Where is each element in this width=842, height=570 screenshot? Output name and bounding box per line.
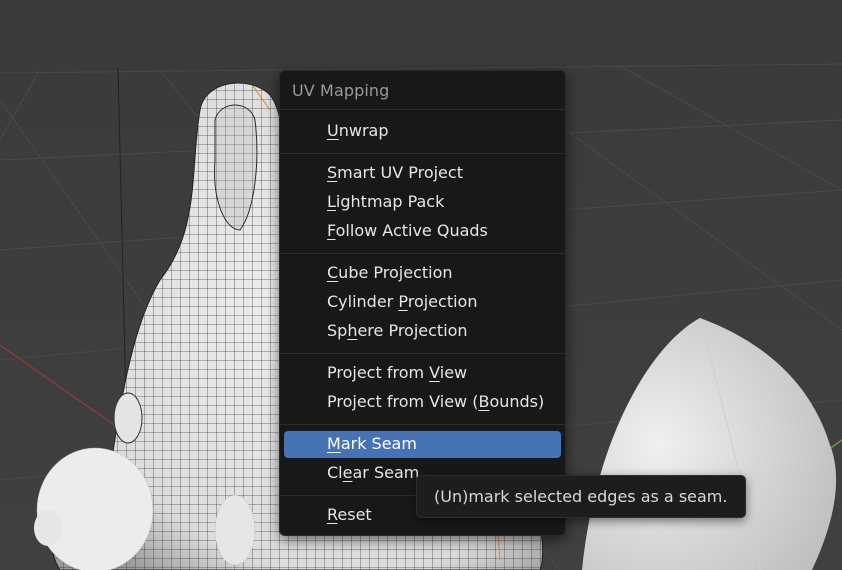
hotkey-underline: S	[327, 163, 338, 182]
mark-seam-label: Mark Seam	[327, 434, 417, 453]
follow-active-quads-label: Follow Active Quads	[327, 221, 488, 240]
uv-mapping-menu: UV Mapping Unwrap Smart UV Project Lightma…	[279, 70, 566, 536]
menu-separator	[280, 109, 565, 110]
hotkey-underline: P	[398, 292, 408, 311]
hotkey-underline: U	[327, 121, 339, 140]
hotkey-underline: h	[347, 321, 358, 340]
project-from-view-bounds-label: Project from View (Bounds)	[327, 392, 545, 411]
menu-title: UV Mapping	[292, 81, 390, 100]
hotkey-underline: B	[478, 392, 490, 411]
menu-item-lightmap-pack[interactable]: Lightmap Pack	[284, 189, 561, 216]
reset-label: Reset	[327, 505, 372, 524]
menu-item-project-from-view-bounds[interactable]: Project from View (Bounds)	[284, 389, 561, 416]
sphere-projection-label: Sphere Projection	[327, 321, 468, 340]
cylinder-projection-label: Cylinder Projection	[327, 292, 478, 311]
menu-item-project-from-view[interactable]: Project from View	[284, 360, 561, 387]
cube-projection-label: Cube Projection	[327, 263, 453, 282]
menu-separator	[280, 424, 565, 425]
clear-seam-label: Clear Seam	[327, 463, 420, 482]
menu-separator	[280, 253, 565, 254]
menu-item-mark-seam[interactable]: Mark Seam	[284, 431, 561, 458]
project-from-view-label: Project from View	[327, 363, 468, 382]
smart-uv-project-label: Smart UV Project	[327, 163, 463, 182]
menu-item-follow-active-quads[interactable]: Follow Active Quads	[284, 218, 561, 245]
hotkey-underline: C	[327, 263, 339, 282]
menu-item-unwrap[interactable]: Unwrap	[284, 118, 561, 145]
unwrap-label: Unwrap	[327, 121, 389, 140]
menu-separator	[280, 353, 565, 354]
menu-item-cylinder-projection[interactable]: Cylinder Projection	[284, 289, 561, 316]
hotkey-underline: R	[327, 505, 338, 524]
menu-item-smart-uv-project[interactable]: Smart UV Project	[284, 160, 561, 187]
menu-item-cube-projection[interactable]: Cube Projection	[284, 260, 561, 287]
tooltip: (Un)mark selected edges as a seam.	[416, 475, 746, 518]
hotkey-underline: F	[327, 221, 336, 240]
menu-separator	[280, 153, 565, 154]
hotkey-underline: e	[342, 463, 353, 482]
hotkey-underline: M	[327, 434, 341, 453]
hotkey-underline: V	[429, 363, 440, 382]
hotkey-underline: L	[327, 192, 336, 211]
menu-item-sphere-projection[interactable]: Sphere Projection	[284, 318, 561, 345]
lightmap-pack-label: Lightmap Pack	[327, 192, 445, 211]
tooltip-text: (Un)mark selected edges as a seam.	[434, 487, 728, 506]
